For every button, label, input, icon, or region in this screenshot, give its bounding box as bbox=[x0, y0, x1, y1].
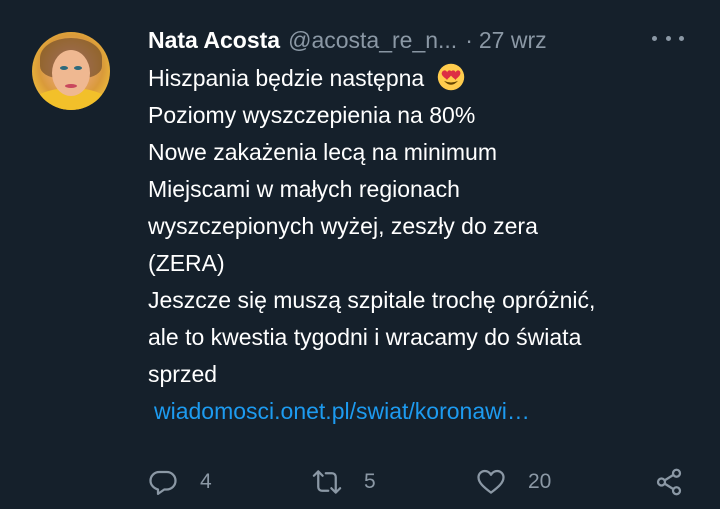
more-options-icon bbox=[652, 35, 657, 41]
more-options-icon-dot bbox=[665, 35, 671, 41]
tweet-text: Hiszpania będzie następna Poziomy wyszcz… bbox=[148, 60, 708, 430]
tweet-line: Jeszcze się muszą szpitale trochę opróżn… bbox=[148, 287, 596, 313]
tweet-line: wyszczepionych wyżej, zeszły do zera bbox=[148, 213, 538, 239]
author-name[interactable]: Nata Acosta bbox=[148, 27, 280, 54]
tweet-header: Nata Acosta @acosta_re_n... · 27 wrz bbox=[148, 26, 547, 54]
tweet-line: ale to kwestia tygodni i wracamy do świa… bbox=[148, 324, 582, 350]
more-options-button[interactable] bbox=[652, 24, 684, 52]
tweet-actions: 4 5 20 bbox=[148, 466, 688, 498]
author-handle[interactable]: @acosta_re_n... bbox=[288, 27, 457, 54]
avatar[interactable] bbox=[32, 32, 110, 110]
tweet-line: Miejscami w małych regionach bbox=[148, 176, 460, 202]
tweet-line: Hiszpania będzie następna bbox=[148, 60, 708, 97]
heart-icon bbox=[477, 469, 505, 494]
share-icon bbox=[656, 468, 682, 496]
header-separator: · bbox=[465, 26, 473, 53]
tweet-link-line: wiadomosci.onet.pl/swiat/koronawi… bbox=[148, 393, 708, 430]
avatar-face bbox=[52, 50, 90, 96]
retweet-icon bbox=[312, 470, 342, 494]
reply-button[interactable]: 4 bbox=[148, 466, 212, 498]
reply-icon bbox=[149, 470, 177, 495]
tweet-timestamp[interactable]: 27 wrz bbox=[479, 27, 547, 54]
more-options-icon-dot bbox=[679, 35, 684, 41]
avatar-eye-left bbox=[60, 66, 68, 70]
like-button[interactable]: 20 bbox=[476, 466, 551, 498]
tweet-line-text: Hiszpania będzie następna bbox=[148, 65, 425, 91]
tweet-line: Poziomy wyszczepienia na 80% bbox=[148, 102, 476, 128]
retweet-button[interactable]: 5 bbox=[312, 466, 376, 498]
tweet-line: sprzed bbox=[148, 361, 218, 387]
tweet-line: Nowe zakażenia lecą na minimum bbox=[148, 139, 497, 165]
retweet-count: 5 bbox=[364, 470, 376, 493]
avatar-eye-right bbox=[74, 66, 82, 70]
share-button[interactable] bbox=[654, 466, 684, 498]
tweet-link[interactable]: wiadomosci.onet.pl/swiat/koronawi… bbox=[154, 398, 530, 424]
reply-count: 4 bbox=[200, 470, 212, 493]
tweet-line: (ZERA) bbox=[148, 250, 225, 276]
heart-eyes-emoji-icon bbox=[437, 63, 464, 91]
like-count: 20 bbox=[528, 470, 552, 493]
avatar-lips bbox=[65, 84, 77, 88]
